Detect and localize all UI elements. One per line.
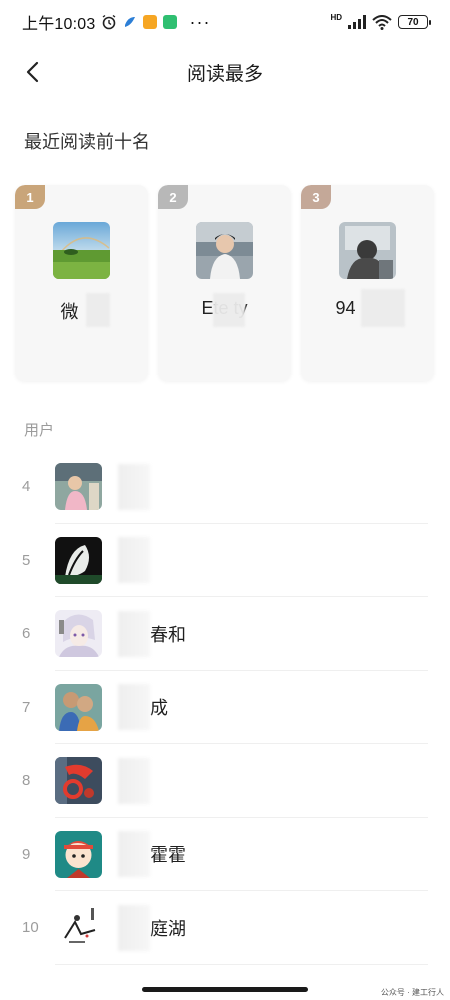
privacy-blur (118, 831, 150, 878)
app-notification-icon (125, 17, 136, 27)
battery-icon: 70 (398, 15, 431, 29)
avatar (55, 757, 102, 805)
privacy-blur (118, 537, 150, 584)
top-three-cards: 1 微 2 3 94 (15, 185, 435, 381)
list-item[interactable]: 10 庭湖 (0, 891, 450, 965)
rank-badge: 2 (158, 185, 188, 209)
privacy-blur (118, 463, 150, 510)
status-right-icons: HD 70 (330, 12, 431, 30)
users-section-label: 用户 (24, 422, 55, 439)
rank-number: 4 (22, 478, 31, 496)
list-item[interactable]: 9 霍霍 (0, 818, 450, 892)
rank-number: 8 (22, 772, 31, 790)
page-title: 阅读最多 (186, 63, 263, 85)
avatar (55, 904, 102, 952)
back-button[interactable] (20, 60, 44, 84)
user-name: 霍霍 (150, 845, 186, 866)
user-list: 4 5 6 春和 7 成 8 9 霍霍 10 庭湖 (0, 450, 450, 965)
privacy-blur (118, 684, 150, 731)
rank-number: 6 (22, 625, 31, 643)
more-notifications-icon: ··· (189, 11, 211, 32)
privacy-blur (86, 293, 110, 327)
avatar (196, 222, 253, 279)
top-card-1[interactable]: 1 微 (15, 185, 148, 381)
page-header: 阅读最多 (0, 50, 450, 94)
avatar (55, 536, 102, 584)
avatar (55, 830, 102, 878)
user-name: 庭湖 (150, 918, 186, 939)
app-notification-icon (163, 15, 178, 29)
list-item[interactable]: 6 春和 (0, 597, 450, 671)
status-time: 上午10:03 (22, 16, 96, 33)
avatar (53, 222, 110, 279)
privacy-blur (118, 610, 150, 657)
rank-number: 5 (22, 551, 31, 569)
privacy-blur (361, 289, 405, 327)
rank-number: 10 (22, 919, 39, 937)
avatar (55, 463, 102, 511)
rank-number: 7 (22, 698, 31, 716)
battery-level: 70 (407, 16, 419, 28)
alarm-icon (103, 14, 116, 30)
watermark: 公众号 · 建工行人 (380, 988, 444, 997)
signal-icon (348, 15, 366, 29)
rank-number: 9 (22, 845, 31, 863)
list-item[interactable]: 7 成 (0, 671, 450, 745)
rank-badge: 1 (15, 185, 45, 209)
chevron-left-icon (26, 61, 39, 83)
rank-badge: 3 (301, 185, 331, 209)
top-card-2[interactable]: 2 Ete ty (158, 185, 291, 381)
user-name: 成 (150, 698, 168, 719)
avatar (55, 610, 102, 658)
hd-label: HD (330, 12, 342, 22)
user-name: 春和 (150, 624, 186, 645)
avatar (339, 222, 396, 279)
app-notification-icon (143, 15, 158, 29)
list-item[interactable]: 8 (0, 744, 450, 818)
top-ten-title: 最近阅读前十名 (24, 132, 150, 152)
status-bar: 上午10:03 ··· HD 70 (0, 0, 450, 44)
privacy-blur (118, 904, 150, 951)
card-name: 微 (60, 302, 79, 322)
privacy-blur (118, 757, 150, 804)
wifi-icon (372, 14, 392, 30)
list-item[interactable]: 5 (0, 524, 450, 598)
home-indicator[interactable] (142, 987, 308, 992)
privacy-blur (213, 293, 245, 327)
avatar (55, 683, 102, 731)
list-item[interactable]: 4 (0, 450, 450, 524)
top-card-3[interactable]: 3 94 (301, 185, 434, 381)
status-left-icons: ··· (101, 12, 210, 33)
